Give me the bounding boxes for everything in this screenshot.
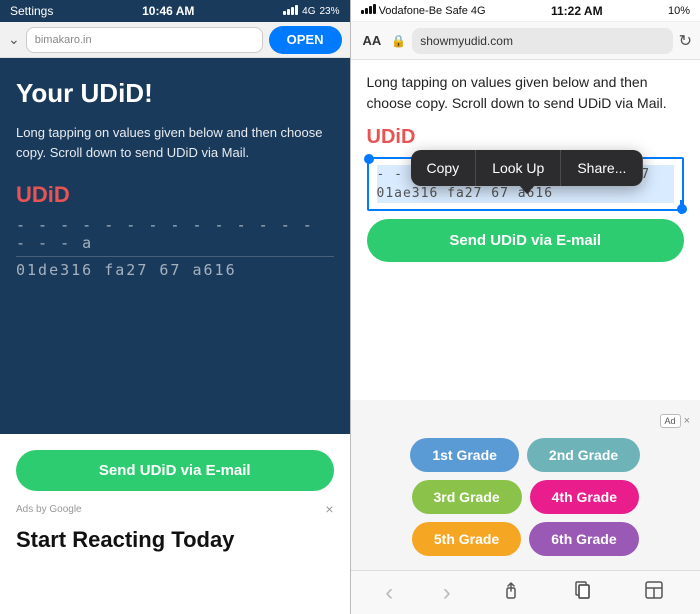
context-menu-share[interactable]: Share... [561, 150, 643, 186]
signal-battery-left: 4G 23% [283, 5, 339, 18]
selection-handle-bottom-right [677, 204, 687, 214]
udid-label-right: UDiD [367, 126, 685, 149]
browser-bar-left: ⌄ bimakaro.in OPEN [0, 22, 350, 58]
context-menu-lookup[interactable]: Look Up [476, 150, 561, 186]
left-hero-content: Your UDiD! Long tapping on values given … [0, 58, 350, 434]
right-main-content: Long tapping on values given below and t… [351, 60, 700, 400]
ad-close-right[interactable]: × [684, 415, 690, 427]
chevron-down-icon[interactable]: ⌄ [8, 31, 20, 48]
signal-bars-right [361, 5, 379, 17]
grades-ad-row: Ad × [361, 414, 691, 428]
network-right: 4G [471, 5, 486, 17]
url-text-left: bimakaro.in [35, 34, 92, 46]
signal-label [283, 5, 298, 18]
send-udid-button-right[interactable]: Send UDiD via E-mail [367, 219, 685, 262]
bookmarks-button[interactable] [562, 575, 604, 611]
context-menu-arrow [519, 185, 535, 194]
settings-label[interactable]: Settings [10, 4, 53, 18]
udid-description-left: Long tapping on values given below and t… [16, 123, 334, 162]
forward-button[interactable]: › [433, 575, 461, 611]
ad-bar-left: Ads by Google × [16, 501, 334, 517]
lock-icon: 🔒 [391, 34, 406, 48]
left-panel: Settings 10:46 AM 4G 23% ⌄ bimakaro.in O… [0, 0, 350, 614]
grades-area: Ad × 1st Grade 2nd Grade 3rd Grade 4th G… [351, 400, 700, 570]
udid-label-left: UDiD [16, 182, 334, 208]
context-menu: Copy Look Up Share... [411, 150, 644, 186]
ad-close-left[interactable]: × [325, 501, 333, 517]
browser-bar-right: AA 🔒 showmyudid.com ↻ [351, 22, 700, 60]
url-text-right: showmyudid.com [420, 34, 513, 48]
grade-6-button[interactable]: 6th Grade [529, 522, 638, 556]
time-left: 10:46 AM [142, 4, 194, 18]
status-bar-left: Settings 10:46 AM 4G 23% [0, 0, 350, 22]
tabs-button[interactable] [633, 575, 675, 611]
udid-row1-left: - - - - - - - - - - - - - - - - - a [16, 216, 334, 257]
left-bottom-area: Send UDiD via E-mail Ads by Google × Sta… [0, 434, 350, 614]
udid-value-area-left: - - - - - - - - - - - - - - - - - a 01de… [16, 216, 334, 279]
your-udid-title: Your UDiD! [16, 78, 334, 109]
open-button[interactable]: OPEN [269, 26, 342, 54]
udid-masked-left: - - - - - - - - - - - - - - - - - a [16, 216, 314, 252]
udid-row2-text-left: 01de316 fa27 67 a616 [16, 261, 237, 279]
grade-5-button[interactable]: 5th Grade [412, 522, 521, 556]
grade-1-button[interactable]: 1st Grade [410, 438, 519, 472]
context-menu-copy[interactable]: Copy [411, 150, 477, 186]
network-left: 4G [302, 6, 315, 17]
right-panel: Vodafone-Be Safe 4G 11:22 AM 10% AA 🔒 sh… [351, 0, 700, 614]
time-right: 11:22 AM [551, 4, 603, 18]
aa-button[interactable]: AA [359, 31, 386, 50]
carrier-name: Vodafone-Be Safe [379, 5, 468, 17]
ad-badge: Ad [660, 414, 681, 428]
grade-2-button[interactable]: 2nd Grade [527, 438, 640, 472]
battery-left: 23% [319, 6, 339, 17]
ad-text-left: Ads by Google [16, 504, 82, 515]
battery-right: 10% [668, 5, 690, 17]
url-bar-right[interactable]: showmyudid.com [412, 28, 672, 54]
bottom-toolbar-right: ‹ › [351, 570, 700, 614]
grade-4-button[interactable]: 4th Grade [530, 480, 639, 514]
grade-3-button[interactable]: 3rd Grade [412, 480, 522, 514]
url-bar-left[interactable]: bimakaro.in [26, 27, 263, 53]
start-reacting-title: Start Reacting Today [16, 527, 234, 553]
right-description: Long tapping on values given below and t… [367, 72, 685, 114]
send-udid-button-left[interactable]: Send UDiD via E-mail [16, 450, 334, 491]
carrier-right: Vodafone-Be Safe 4G [361, 4, 486, 17]
status-bar-right: Vodafone-Be Safe 4G 11:22 AM 10% [351, 0, 700, 22]
share-button[interactable] [490, 575, 532, 611]
refresh-button[interactable]: ↻ [679, 31, 692, 51]
udid-row2-left: 01de316 fa27 67 a616 [16, 261, 334, 279]
back-button[interactable]: ‹ [375, 575, 403, 611]
selection-handle-top-left [364, 154, 374, 164]
